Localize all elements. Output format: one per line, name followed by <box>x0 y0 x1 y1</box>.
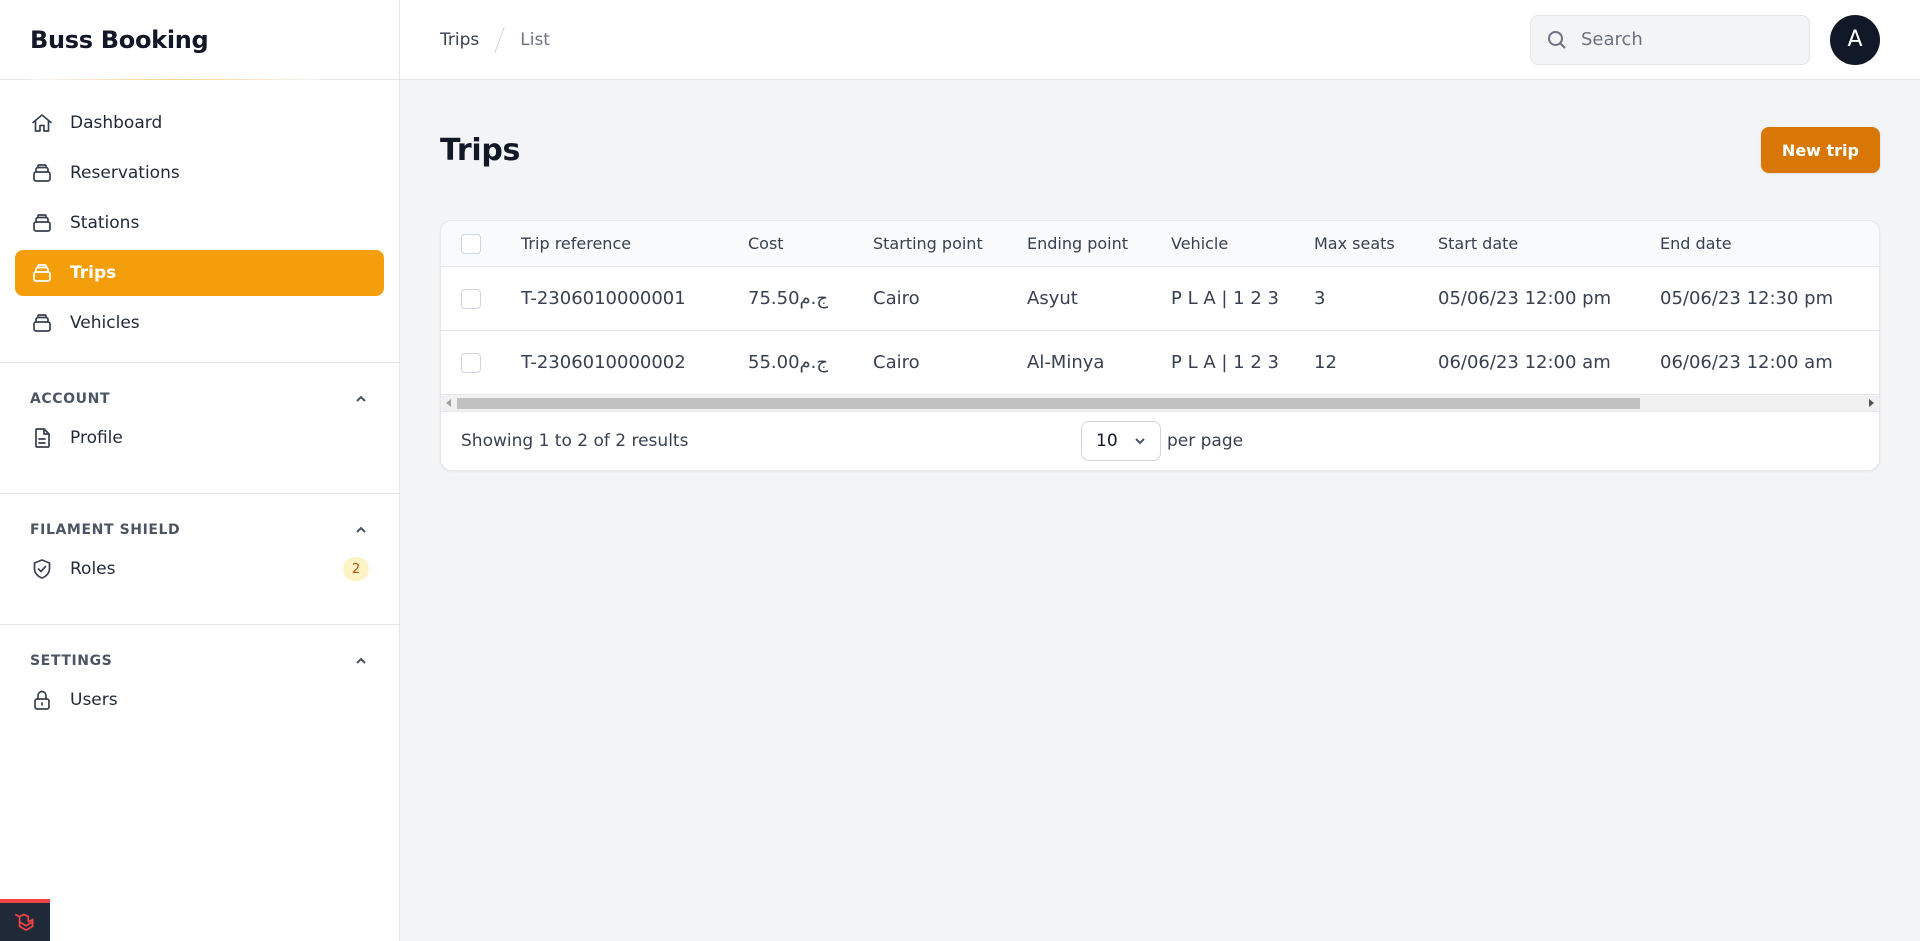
cell-ending-point[interactable]: Asyut <box>1023 266 1167 330</box>
sidebar-item-trips[interactable]: Trips <box>15 250 384 296</box>
scroll-left-arrow[interactable] <box>446 398 451 407</box>
column-header-starting-point[interactable]: Starting point <box>869 221 1023 266</box>
sidebar-item-label: Profile <box>70 428 123 448</box>
cell-starting-point[interactable]: Cairo <box>869 330 1023 394</box>
collection-icon <box>30 311 54 335</box>
cell-cost[interactable]: 55.00ج.م <box>744 330 869 394</box>
per-page-select[interactable]: 10 <box>1081 420 1161 461</box>
cell-max-seats[interactable]: 12 <box>1310 330 1434 394</box>
sidebar-item-dashboard[interactable]: Dashboard <box>15 100 384 146</box>
sidebar-item-users[interactable]: Users <box>15 677 384 723</box>
group-title: FILAMENT SHIELD <box>30 522 181 538</box>
chevron-down-icon <box>1135 437 1145 444</box>
chevron-up-icon <box>356 526 366 533</box>
cell-end-date[interactable]: 05/06/23 12:30 pm <box>1656 266 1879 330</box>
sidebar-item-label: Dashboard <box>70 113 163 133</box>
search-input[interactable] <box>1581 29 1781 50</box>
breadcrumb-list[interactable]: List <box>520 30 550 50</box>
cell-trip-reference[interactable]: T-2306010000001 <box>517 266 744 330</box>
column-header-start-date[interactable]: Start date <box>1434 221 1656 266</box>
page-header: Trips New trip <box>440 80 1880 220</box>
sidebar-item-profile[interactable]: Profile <box>15 415 384 461</box>
cell-cost[interactable]: 75.50ج.م <box>744 266 869 330</box>
per-page-value: 10 <box>1096 430 1118 451</box>
sidebar-item-reservations[interactable]: Reservations <box>15 150 384 196</box>
cell-end-date[interactable]: 06/06/23 12:00 am <box>1656 330 1879 394</box>
collection-icon <box>30 211 54 235</box>
document-icon <box>30 426 54 450</box>
sidebar-item-label: Roles <box>70 559 116 579</box>
global-search[interactable] <box>1530 14 1810 65</box>
main-nav: Dashboard Reservations Stations Trips Ve… <box>0 80 399 346</box>
laravel-icon[interactable] <box>0 899 50 941</box>
topbar: Trips List A <box>400 0 1920 80</box>
table-horizontal-scrollbar[interactable] <box>441 394 1879 412</box>
breadcrumb-separator <box>494 26 506 53</box>
cell-ending-point[interactable]: Al-Minya <box>1023 330 1167 394</box>
column-header-ending-point[interactable]: Ending point <box>1023 221 1167 266</box>
scroll-right-arrow[interactable] <box>1869 398 1874 407</box>
sidebar-item-label: Users <box>70 690 118 710</box>
cell-vehicle[interactable]: P L A | 1 2 3 <box>1167 330 1310 394</box>
group-toggle-account[interactable]: ACCOUNT <box>15 383 384 415</box>
new-trip-button[interactable]: New trip <box>1760 127 1880 173</box>
cell-max-seats[interactable]: 3 <box>1310 266 1434 330</box>
cell-starting-point[interactable]: Cairo <box>869 266 1023 330</box>
breadcrumb-trips[interactable]: Trips <box>440 30 479 50</box>
cell-start-date[interactable]: 06/06/23 12:00 am <box>1434 330 1656 394</box>
nav-group-account: ACCOUNT Profile <box>0 362 399 477</box>
sidebar-item-vehicles[interactable]: Vehicles <box>15 300 384 346</box>
group-title: ACCOUNT <box>30 391 111 407</box>
collection-icon <box>30 161 54 185</box>
group-toggle-filament-shield[interactable]: FILAMENT SHIELD <box>15 514 384 546</box>
sidebar-item-label: Trips <box>70 263 117 283</box>
chevron-up-icon <box>356 395 366 402</box>
column-header-vehicle[interactable]: Vehicle <box>1167 221 1310 266</box>
table-row[interactable]: T-2306010000002 55.00ج.م Cairo Al-Minya … <box>441 330 1879 394</box>
sidebar-item-roles[interactable]: Roles 2 <box>15 546 384 592</box>
trips-table: Trip reference Cost Starting point Endin… <box>441 221 1879 395</box>
collection-icon <box>30 261 54 285</box>
select-all-checkbox[interactable] <box>461 233 481 254</box>
main-content: Trips New trip Trip reference Cost Start… <box>440 80 1880 471</box>
scrollbar-thumb[interactable] <box>457 397 1640 409</box>
row-checkbox[interactable] <box>461 352 481 373</box>
app-title[interactable]: Buss Booking <box>0 0 399 80</box>
lock-icon <box>30 688 54 712</box>
table-pagination: Showing 1 to 2 of 2 results 10 per page <box>441 412 1879 470</box>
cell-vehicle[interactable]: P L A | 1 2 3 <box>1167 266 1310 330</box>
column-header-cost[interactable]: Cost <box>744 221 869 266</box>
trips-table-card: Trip reference Cost Starting point Endin… <box>440 220 1880 471</box>
table-row[interactable]: T-2306010000001 75.50ج.م Cairo Asyut P L… <box>441 266 1879 330</box>
chevron-up-icon <box>356 657 366 664</box>
column-header-trip-reference[interactable]: Trip reference <box>517 221 744 266</box>
nav-group-settings: SETTINGS Users <box>0 624 399 739</box>
shield-check-icon <box>30 557 54 581</box>
row-select-cell <box>441 266 517 330</box>
search-icon <box>1548 30 1566 49</box>
page-title: Trips <box>440 132 521 168</box>
column-header-max-seats[interactable]: Max seats <box>1310 221 1434 266</box>
group-toggle-settings[interactable]: SETTINGS <box>15 645 384 677</box>
nav-group-filament-shield: FILAMENT SHIELD Roles 2 <box>0 493 399 608</box>
per-page-control: 10 per page <box>1081 420 1244 461</box>
column-header-end-date[interactable]: End date <box>1656 221 1879 266</box>
sidebar-item-label: Reservations <box>70 163 180 183</box>
home-icon <box>30 111 54 135</box>
user-avatar[interactable]: A <box>1830 14 1880 65</box>
select-all-cell <box>441 221 517 266</box>
roles-count-badge: 2 <box>343 557 369 581</box>
row-checkbox[interactable] <box>461 288 481 309</box>
sidebar-item-stations[interactable]: Stations <box>15 200 384 246</box>
group-title: SETTINGS <box>30 653 113 669</box>
row-select-cell <box>441 330 517 394</box>
per-page-label: per page <box>1167 430 1244 451</box>
cell-trip-reference[interactable]: T-2306010000002 <box>517 330 744 394</box>
sidebar: Buss Booking Dashboard Reservations Stat… <box>0 0 400 941</box>
table-header-row: Trip reference Cost Starting point Endin… <box>441 221 1879 266</box>
results-summary: Showing 1 to 2 of 2 results <box>461 430 689 451</box>
sidebar-item-label: Vehicles <box>70 313 140 333</box>
cell-start-date[interactable]: 05/06/23 12:00 pm <box>1434 266 1656 330</box>
sidebar-item-label: Stations <box>70 213 140 233</box>
